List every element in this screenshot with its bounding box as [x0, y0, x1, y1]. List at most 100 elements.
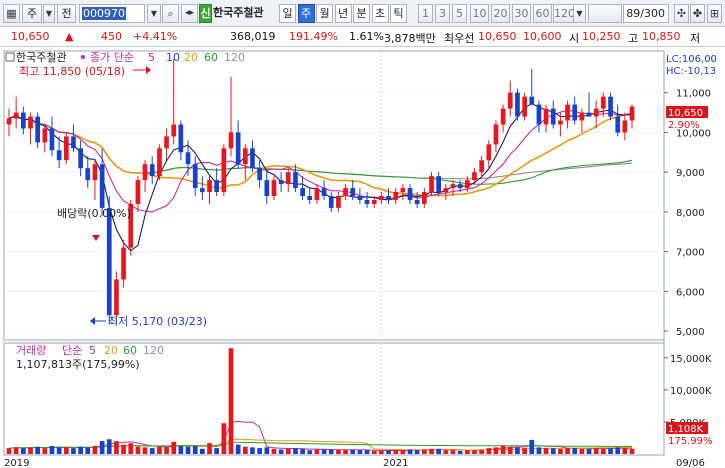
candle-body: [185, 152, 191, 165]
volume-bar: [114, 441, 119, 454]
volume-bar: [436, 448, 441, 454]
stock-flag-badge: 신: [199, 4, 212, 23]
volume-bar: [550, 448, 556, 454]
candle-body: [293, 172, 298, 189]
last-price-tag-value: 10,650: [668, 108, 703, 119]
period-tab[interactable]: 틱: [390, 4, 407, 23]
candle-body: [593, 108, 599, 117]
volume-ma-label: 단순: [62, 344, 82, 357]
period-tab[interactable]: 주: [297, 4, 315, 23]
price-tick-label: 11,000: [676, 89, 711, 100]
volume-bar: [558, 448, 563, 454]
ma-legend-60: 60: [204, 51, 218, 64]
candle-body: [629, 106, 635, 121]
volume-bar: [386, 450, 391, 454]
stock-code-input[interactable]: 000970: [79, 4, 145, 23]
candle-body: [622, 120, 628, 133]
candle-body: [307, 196, 313, 200]
volume-bar: [300, 448, 305, 454]
candle-body: [71, 136, 76, 149]
candle-body: [536, 104, 542, 125]
search-icon[interactable]: ⌕: [162, 4, 179, 23]
price-volume-chart[interactable]: 11,00010,0009,0008,0007,0006,0005,000 15…: [0, 47, 725, 468]
volume-bar: [164, 447, 169, 454]
chevron-down-icon[interactable]: ▼: [43, 4, 55, 23]
change-percent: +4.41%: [133, 30, 178, 43]
market-label: 주: [26, 7, 38, 20]
exchange-select[interactable]: 전: [57, 4, 76, 23]
turnover-rate: 1.61%: [349, 30, 384, 43]
volume-bar: [465, 450, 470, 454]
interval-button[interactable]: 10: [470, 4, 489, 23]
period-tab[interactable]: 일: [279, 4, 296, 23]
open-price: 10,250: [582, 30, 621, 43]
candle-body: [92, 164, 98, 181]
volume-bar: [336, 449, 341, 454]
prev-stock-icon[interactable]: ◂▸: [181, 4, 198, 23]
data-count-field[interactable]: 89/300: [623, 4, 669, 23]
candle-body: [429, 176, 434, 192]
candle-body: [149, 164, 155, 177]
candle-body: [56, 150, 62, 161]
period-tab[interactable]: 분: [353, 4, 370, 23]
volume-tick-label: 10,000K: [670, 386, 712, 397]
volume-bar: [42, 448, 48, 454]
layout-icon[interactable]: ⊞: [707, 4, 722, 23]
dividend-annotation: 배당락(0.00%): [57, 207, 131, 220]
volume-bar: [35, 446, 40, 454]
period-tab[interactable]: 월: [316, 4, 333, 23]
period-tab[interactable]: 초: [371, 4, 389, 23]
volume-bar: [536, 447, 542, 454]
volume-bar: [278, 449, 284, 454]
candle-body: [608, 96, 613, 117]
price-tick-label: 8,000: [676, 208, 705, 219]
x-label-date: 09/06: [676, 458, 705, 468]
candle-body: [192, 164, 198, 188]
interval-dropdown-icon[interactable]: ▼: [573, 4, 586, 23]
candle-body: [472, 172, 477, 181]
volume-bar: [257, 448, 262, 454]
candle-body: [278, 180, 284, 185]
volume-bar: [529, 439, 535, 454]
period-tab[interactable]: 년: [334, 4, 352, 23]
candle-body: [450, 184, 456, 189]
volume-bar: [121, 444, 126, 454]
candle-body: [214, 180, 219, 192]
candle-body: [486, 144, 492, 161]
volume-bar: [135, 446, 141, 454]
panel-collapse-icon[interactable]: [5, 52, 15, 62]
settings-box[interactable]: [588, 4, 622, 23]
volume-bar: [128, 443, 134, 454]
ma-legend-120: 120: [224, 51, 245, 64]
candle-body: [565, 104, 570, 121]
interval-button[interactable]: 120: [553, 4, 575, 23]
code-dropdown-icon[interactable]: ▼: [147, 4, 161, 23]
volume-bar: [314, 449, 320, 454]
low-annotation: 최저 5,170 (03/23): [108, 315, 207, 328]
volume-ma-20: 20: [104, 344, 118, 357]
candle-body: [615, 116, 621, 133]
last-volume-tag-value: 1,108K: [668, 424, 704, 435]
interval-button[interactable]: 5: [452, 4, 467, 23]
interval-button[interactable]: 30: [512, 4, 531, 23]
zoom-out-icon[interactable]: ✤: [690, 4, 705, 23]
candle-body: [479, 160, 484, 173]
x-label-2021: 2021: [383, 458, 408, 468]
volume-bar: [235, 444, 241, 454]
volume-bar: [522, 448, 527, 454]
chart-type-icon[interactable]: ▦: [3, 4, 20, 23]
volume-bar: [350, 449, 356, 454]
zoom-in-icon[interactable]: ✣: [674, 4, 689, 23]
current-price: 10,650: [11, 30, 50, 43]
market-select[interactable]: 주: [22, 4, 42, 23]
interval-button[interactable]: 3: [435, 4, 450, 23]
volume-bar: [49, 446, 55, 454]
interval-button[interactable]: 1: [418, 4, 433, 23]
interval-button[interactable]: 60: [533, 4, 552, 23]
volume-bar: [493, 447, 499, 454]
candle-body: [350, 188, 356, 196]
candle-body: [586, 112, 592, 117]
candle-body: [21, 112, 26, 129]
volume-bar: [285, 448, 291, 454]
interval-button[interactable]: 20: [491, 4, 510, 23]
